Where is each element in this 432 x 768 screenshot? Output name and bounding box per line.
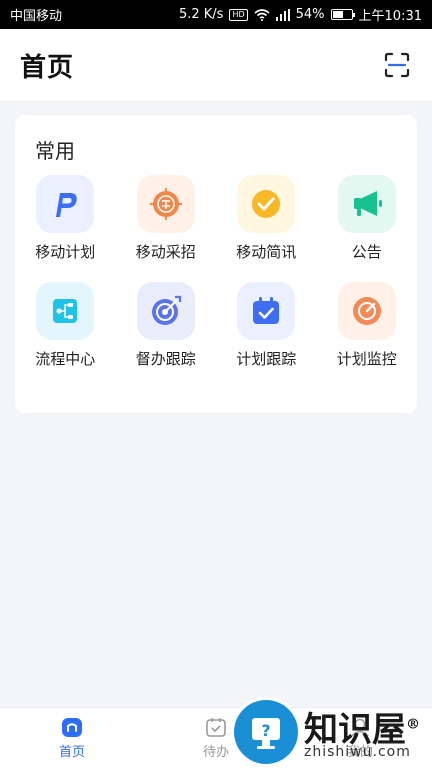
calendar-check-icon (237, 282, 296, 340)
watermark-logo-icon: ? (234, 700, 298, 764)
header: 首页 (0, 29, 432, 101)
app-label: 流程中心 (35, 350, 96, 368)
app-label: 督办跟踪 (135, 350, 196, 368)
app-label: 移动计划 (35, 243, 96, 261)
app-label: 移动采招 (135, 243, 196, 261)
watermark-url: zhishiwu.com (304, 744, 411, 760)
app-label: 公告 (351, 243, 382, 261)
nav-home-label: 首页 (58, 745, 85, 760)
monitor-target-icon (337, 282, 396, 340)
section-title: 常用 (35, 139, 75, 163)
app-item-plan-monitor[interactable]: 计划监控 (317, 282, 418, 369)
home-icon (62, 718, 82, 737)
app-grid: 移动计划 移动采招 移动简讯 公告 流程中心 督办跟踪 计划跟踪 计划监控 (15, 175, 417, 369)
battery-fill (332, 11, 343, 18)
svg-text:?: ? (261, 721, 270, 740)
app-item-supervision-tracking[interactable]: 督办跟踪 (116, 282, 217, 369)
scan-icon (384, 52, 410, 78)
status-right: 5.2 K/s HD 54% 上午10:31 (179, 5, 422, 24)
app-item-mobile-message[interactable]: 移动简讯 (216, 175, 317, 262)
app-item-mobile-plan[interactable]: 移动计划 (15, 175, 116, 262)
common-card: 常用 移动计划 移动采招 移动简讯 公告 流程中心 督办跟踪 计划跟踪 计划监控 (15, 115, 417, 413)
signal-icon (275, 8, 290, 21)
app-label: 移动简讯 (236, 243, 297, 261)
todo-icon (206, 718, 226, 737)
page-title: 首页 (20, 52, 75, 83)
flow-icon (36, 282, 95, 340)
scan-button[interactable] (382, 50, 412, 80)
message-check-icon (237, 175, 296, 233)
app-item-process-center[interactable]: 流程中心 (15, 282, 116, 369)
app-label: 计划跟踪 (236, 350, 297, 368)
target-icon (136, 282, 195, 340)
clock: 上午10:31 (358, 9, 422, 24)
app-item-mobile-procurement[interactable]: 移动采招 (116, 175, 217, 262)
app-label: 计划监控 (336, 350, 397, 368)
hd-icon: HD (229, 8, 248, 21)
battery-icon (330, 9, 355, 20)
network-speed: 5.2 K/s (178, 7, 224, 22)
nav-home[interactable]: 首页 (0, 708, 144, 768)
app-item-announcement[interactable]: 公告 (317, 175, 418, 262)
app-item-plan-tracking[interactable]: 计划跟踪 (216, 282, 317, 369)
nav-todo-label: 待办 (202, 745, 229, 760)
wifi-icon (254, 8, 270, 21)
megaphone-icon (337, 175, 396, 233)
battery-percent: 54% (295, 7, 325, 22)
carrier-label: 中国移动 (10, 9, 63, 24)
plan-p-icon (36, 175, 95, 233)
procurement-icon (136, 175, 195, 233)
watermark: ? 知识屋® zhishiwu.com (232, 700, 432, 768)
status-bar: 中国移动 5.2 K/s HD 54% 上午10:31 (0, 0, 432, 29)
